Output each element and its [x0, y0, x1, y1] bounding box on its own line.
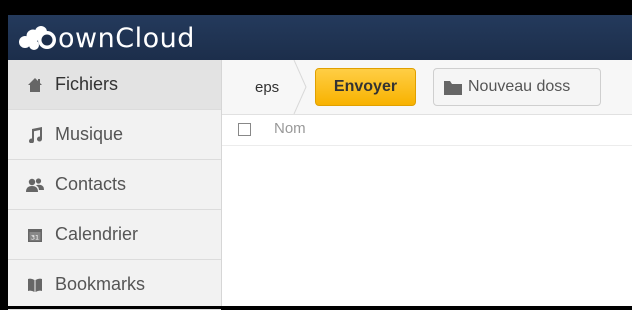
sidebar-item-musique[interactable]: Musique: [8, 110, 221, 160]
svg-text:31: 31: [31, 233, 39, 241]
users-icon: [26, 176, 44, 194]
sidebar-item-label: Fichiers: [55, 74, 119, 94]
sidebar-item-contacts[interactable]: Contacts: [8, 160, 221, 210]
upload-button[interactable]: Envoyer: [315, 68, 416, 106]
calendar-icon: 31: [26, 226, 44, 244]
sidebar-item-label: Musique: [55, 124, 124, 144]
new-folder-label: Nouveau doss: [468, 78, 571, 95]
new-folder-button[interactable]: Nouveau doss: [433, 68, 601, 106]
sidebar-item-bookmarks[interactable]: Bookmarks: [8, 260, 221, 310]
sidebar-item-calendrier[interactable]: 31 Calendrier: [8, 210, 221, 260]
column-header-name[interactable]: Nom: [274, 120, 306, 137]
sidebar-item-label: Contacts: [55, 174, 127, 194]
owncloud-logo[interactable]: ownCloud: [16, 20, 195, 56]
home-icon: [26, 76, 44, 94]
music-icon: [26, 126, 44, 144]
app-header: ownCloud: [8, 15, 632, 60]
main-content: eps Envoyer Nouveau doss Nom: [222, 60, 632, 306]
cloud-logo-icon: [19, 26, 56, 50]
folder-icon: [444, 80, 462, 95]
breadcrumb[interactable]: eps: [222, 60, 307, 114]
book-icon: [26, 276, 44, 294]
upload-button-label: Envoyer: [333, 78, 398, 95]
sidebar-item-fichiers[interactable]: Fichiers: [8, 60, 221, 110]
select-all-checkbox[interactable]: [238, 123, 251, 136]
sidebar-item-label: Calendrier: [55, 224, 139, 244]
sidebar-item-label: Bookmarks: [55, 274, 146, 294]
file-list-header: Nom: [222, 115, 632, 146]
files-controls-bar: eps Envoyer Nouveau doss: [222, 60, 632, 115]
logo-text: ownCloud: [58, 22, 195, 54]
sidebar: Fichiers Musique Contacts 31 Calendrier …: [8, 60, 222, 310]
breadcrumb-label: eps: [255, 79, 280, 96]
